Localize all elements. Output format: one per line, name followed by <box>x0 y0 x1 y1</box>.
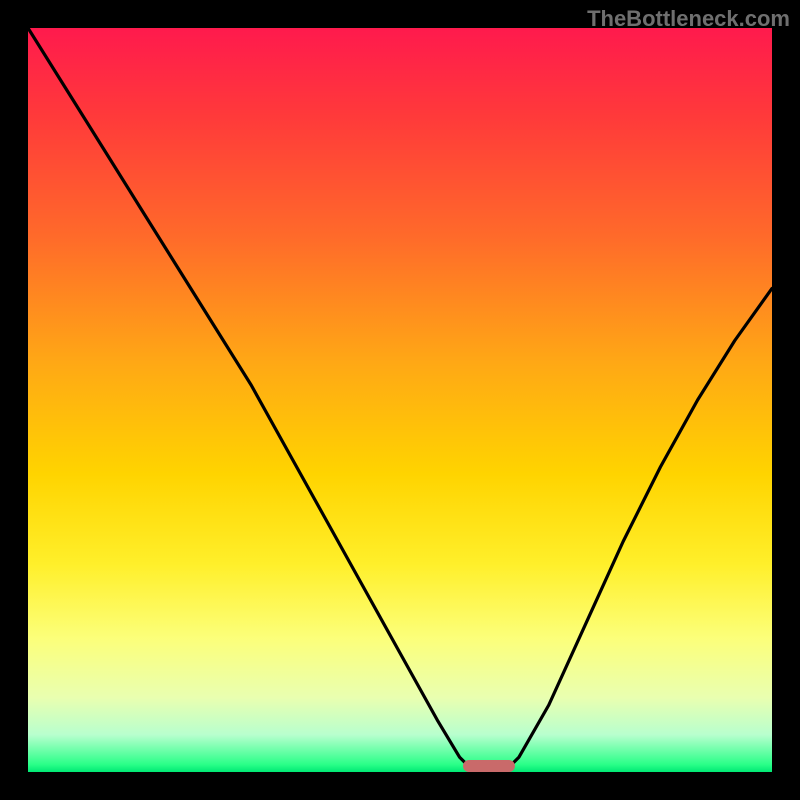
chart-plot-area <box>28 28 772 772</box>
chart-frame: TheBottleneck.com <box>0 0 800 800</box>
optimal-marker <box>463 760 515 772</box>
curve-path <box>28 28 772 772</box>
watermark-text: TheBottleneck.com <box>587 6 790 32</box>
bottleneck-curve <box>28 28 772 772</box>
